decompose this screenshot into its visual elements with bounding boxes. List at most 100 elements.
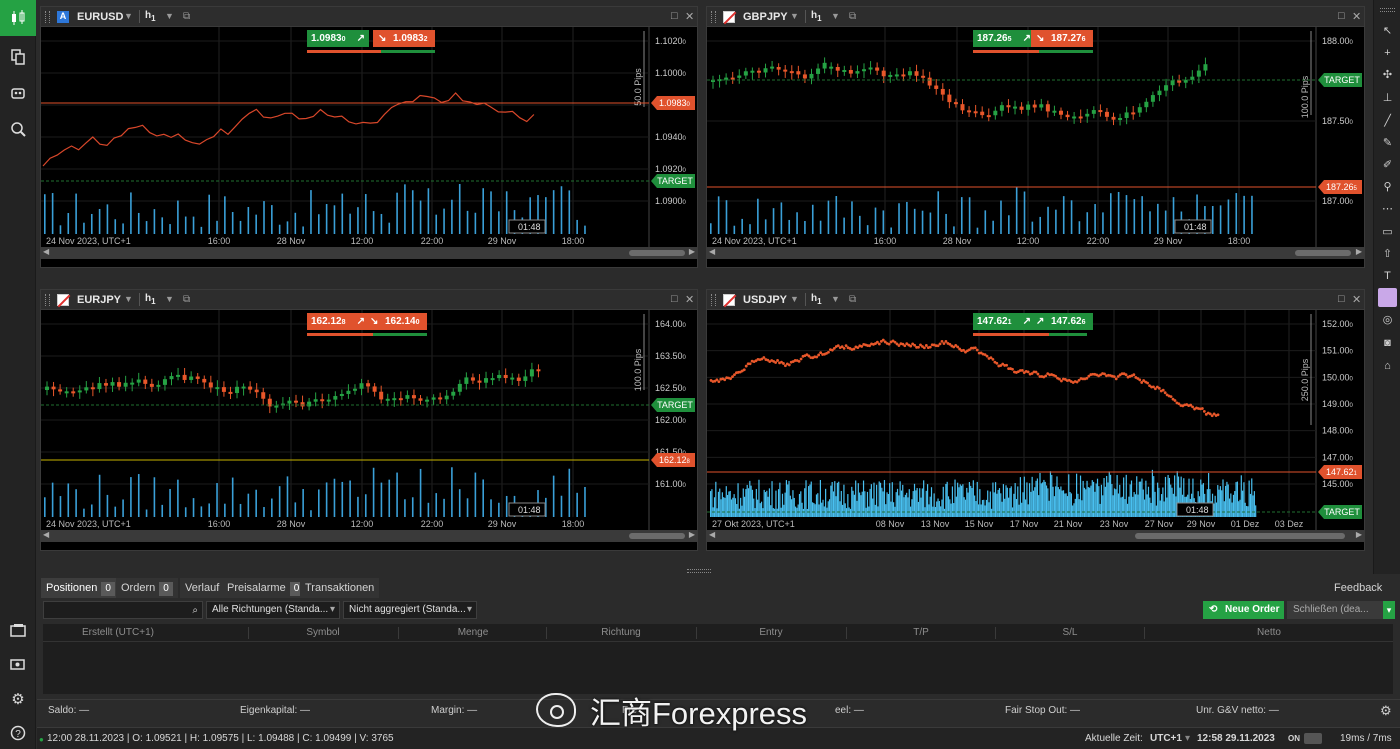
detach-icon[interactable]: ⧉	[849, 294, 856, 305]
timeframe-select[interactable]: h1	[811, 293, 822, 306]
timeframe-select[interactable]: h1	[145, 293, 156, 306]
close-positions-button[interactable]: Schließen (dea...	[1287, 601, 1383, 619]
maximize-icon[interactable]: □	[1338, 10, 1345, 22]
cash-icon[interactable]	[0, 646, 36, 682]
buy-price-button[interactable]: ↗ 147.626	[1031, 313, 1093, 330]
new-order-button[interactable]: ⟲ Neue Order	[1203, 601, 1284, 619]
hline-icon[interactable]: ⊥	[1378, 88, 1397, 107]
detach-icon[interactable]: ⧉	[849, 11, 856, 22]
chevron-down-icon[interactable]: ▼	[165, 11, 174, 21]
brush-icon[interactable]: ✐	[1378, 155, 1397, 174]
symbol-name[interactable]: EURUSD	[77, 11, 123, 23]
scroll-left-icon[interactable]: ◀	[709, 247, 715, 256]
gear-icon[interactable]: ⚙	[0, 681, 36, 717]
trendline-icon[interactable]: ╱	[1378, 111, 1397, 130]
arrow-icon[interactable]: ⇧	[1378, 244, 1397, 263]
chart-scrollbar[interactable]: ◀ ▶	[41, 247, 697, 259]
scroll-thumb[interactable]	[629, 533, 685, 539]
timeframe-select[interactable]: h1	[811, 10, 822, 23]
maximize-icon[interactable]: □	[671, 293, 678, 305]
symbol-name[interactable]: USDJPY	[743, 294, 787, 306]
column-header[interactable]: Erstellt (UTC+1)	[43, 627, 193, 638]
color-icon[interactable]	[1378, 288, 1397, 307]
rect-icon[interactable]: ▭	[1378, 222, 1397, 241]
scroll-left-icon[interactable]: ◀	[43, 247, 49, 256]
cursor-icon[interactable]: ↖	[1378, 21, 1397, 40]
chart-scrollbar[interactable]: ◀ ▶	[707, 247, 1364, 259]
drag-handle-icon[interactable]	[711, 11, 716, 23]
close-dropdown-button[interactable]: ▾	[1383, 601, 1395, 619]
sell-price-button[interactable]: 187.265 ↗	[973, 30, 1035, 47]
panel-splitter[interactable]	[687, 569, 711, 573]
feedback-link[interactable]: Feedback ▭	[1329, 578, 1400, 614]
chart-panel-usdjpy[interactable]: USDJPY ▼ h1 ▼ ⧉ □ ✕ 08 Nov 13 Nov 15 Nov 17 Nov 21 …	[706, 289, 1365, 551]
tab-positionen[interactable]: Positionen 0	[41, 578, 120, 598]
fib-icon[interactable]: ⋯	[1378, 199, 1397, 218]
chart-scrollbar[interactable]: ◀ ▶	[41, 530, 697, 542]
scroll-thumb[interactable]	[1135, 533, 1345, 539]
chart-scrollbar[interactable]: ◀ ▶	[707, 530, 1364, 542]
scroll-right-icon[interactable]: ▶	[689, 247, 695, 256]
maximize-icon[interactable]: □	[671, 10, 678, 22]
symbol-name[interactable]: GBPJPY	[743, 11, 788, 23]
column-header[interactable]: Entry	[696, 627, 846, 638]
candlestick-icon[interactable]	[0, 0, 36, 36]
bell-icon[interactable]: ⌂	[1378, 356, 1397, 375]
column-header[interactable]: Netto	[1144, 627, 1394, 638]
scroll-right-icon[interactable]: ▶	[689, 530, 695, 539]
column-header[interactable]: Richtung	[546, 627, 696, 638]
buy-price-button[interactable]: ↘ 162.140	[365, 313, 427, 330]
scroll-left-icon[interactable]: ◀	[709, 530, 715, 539]
drag-handle-icon[interactable]	[45, 11, 50, 23]
search-input[interactable]: ⌕	[43, 601, 203, 619]
camera-icon[interactable]: ◙	[1378, 333, 1397, 352]
tab-transaktionen[interactable]: Transaktionen	[300, 578, 380, 598]
crosshair-icon[interactable]: +	[1378, 43, 1397, 62]
chevron-down-icon[interactable]: ▼	[790, 11, 799, 21]
chevron-down-icon[interactable]: ▼	[165, 294, 174, 304]
pin-icon[interactable]: ⚲	[1378, 177, 1397, 196]
direction-filter[interactable]: Alle Richtungen (Standa... ▾	[206, 601, 340, 619]
drag-handle-icon[interactable]	[45, 294, 50, 306]
toggle-switch[interactable]	[1304, 733, 1322, 744]
price-chart[interactable]: 16:00 28 Nov 12:00 22:00 29 Nov 18:00164.0001…	[41, 310, 697, 530]
price-chart[interactable]: 16:00 28 Nov 12:00 22:00 29 Nov 18:00188.0001…	[707, 27, 1364, 247]
chart-panel-gbpjpy[interactable]: GBPJPY ▼ h1 ▼ ⧉ □ ✕ 16:00 28 Nov 12:00 22:00 29 Nov…	[706, 6, 1365, 268]
gear-icon[interactable]: ⚙	[1380, 703, 1392, 719]
wallet-icon[interactable]	[0, 612, 36, 648]
tab-verlauf[interactable]: Verlauf	[180, 578, 225, 598]
chevron-down-icon[interactable]: ▼	[790, 294, 799, 304]
drag-handle-icon[interactable]	[711, 294, 716, 306]
text-icon[interactable]: T	[1378, 266, 1397, 285]
copy-icon[interactable]	[0, 39, 36, 75]
timeframe-select[interactable]: h1	[145, 10, 156, 23]
circle-icon[interactable]: ◎	[1378, 310, 1397, 329]
scroll-right-icon[interactable]: ▶	[1356, 247, 1362, 256]
detach-icon[interactable]: ⧉	[183, 11, 190, 22]
tab-preisalarme[interactable]: Preisalarme 0	[222, 578, 309, 598]
column-header[interactable]: T/P	[846, 627, 996, 638]
pen-icon[interactable]: ✎	[1378, 133, 1397, 152]
close-icon[interactable]: ✕	[685, 10, 694, 23]
price-chart[interactable]: 16:00 28 Nov 12:00 22:00 29 Nov 18:001.102001…	[41, 27, 697, 247]
column-header[interactable]: S/L	[995, 627, 1145, 638]
detach-icon[interactable]: ⧉	[183, 294, 190, 305]
close-icon[interactable]: ✕	[1352, 10, 1361, 23]
column-header[interactable]: Menge	[398, 627, 548, 638]
help-icon[interactable]: ?	[0, 715, 36, 749]
chevron-down-icon[interactable]: ▼	[124, 294, 133, 304]
close-icon[interactable]: ✕	[685, 293, 694, 306]
buy-price-button[interactable]: ↘ 1.09832	[373, 30, 435, 47]
chevron-down-icon[interactable]: ▼	[831, 11, 840, 21]
robot-icon[interactable]	[0, 75, 36, 111]
close-icon[interactable]: ✕	[1352, 293, 1361, 306]
move-icon[interactable]: ✣	[1378, 65, 1397, 84]
scroll-thumb[interactable]	[629, 250, 685, 256]
timezone-select[interactable]: UTC+1	[1150, 733, 1182, 744]
maximize-icon[interactable]: □	[1338, 293, 1345, 305]
chevron-down-icon[interactable]: ▼	[831, 294, 840, 304]
chart-panel-eurusd[interactable]: A EURUSD ▼ h1 ▼ ⧉ □ ✕ 16:00 28 Nov 12:00 22:00 29 No…	[40, 6, 698, 268]
chart-panel-eurjpy[interactable]: EURJPY ▼ h1 ▼ ⧉ □ ✕ 16:00 28 Nov 12:00 22:00 29 Nov…	[40, 289, 698, 551]
scroll-thumb[interactable]	[1295, 250, 1351, 256]
scroll-right-icon[interactable]: ▶	[1356, 530, 1362, 539]
